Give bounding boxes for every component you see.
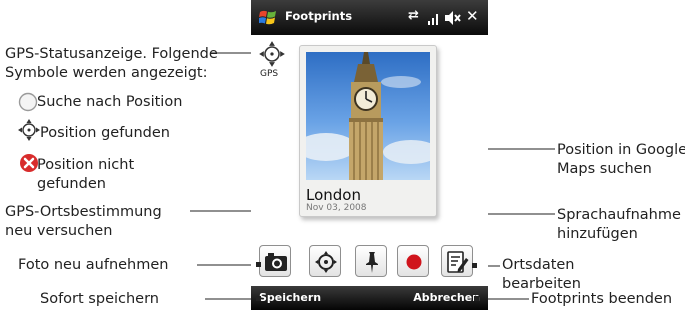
dot-edit	[472, 263, 477, 268]
annotation-dots	[256, 262, 479, 301]
dot-retake	[256, 262, 261, 267]
dot-save-now	[256, 296, 261, 301]
dot-exit	[474, 296, 479, 301]
